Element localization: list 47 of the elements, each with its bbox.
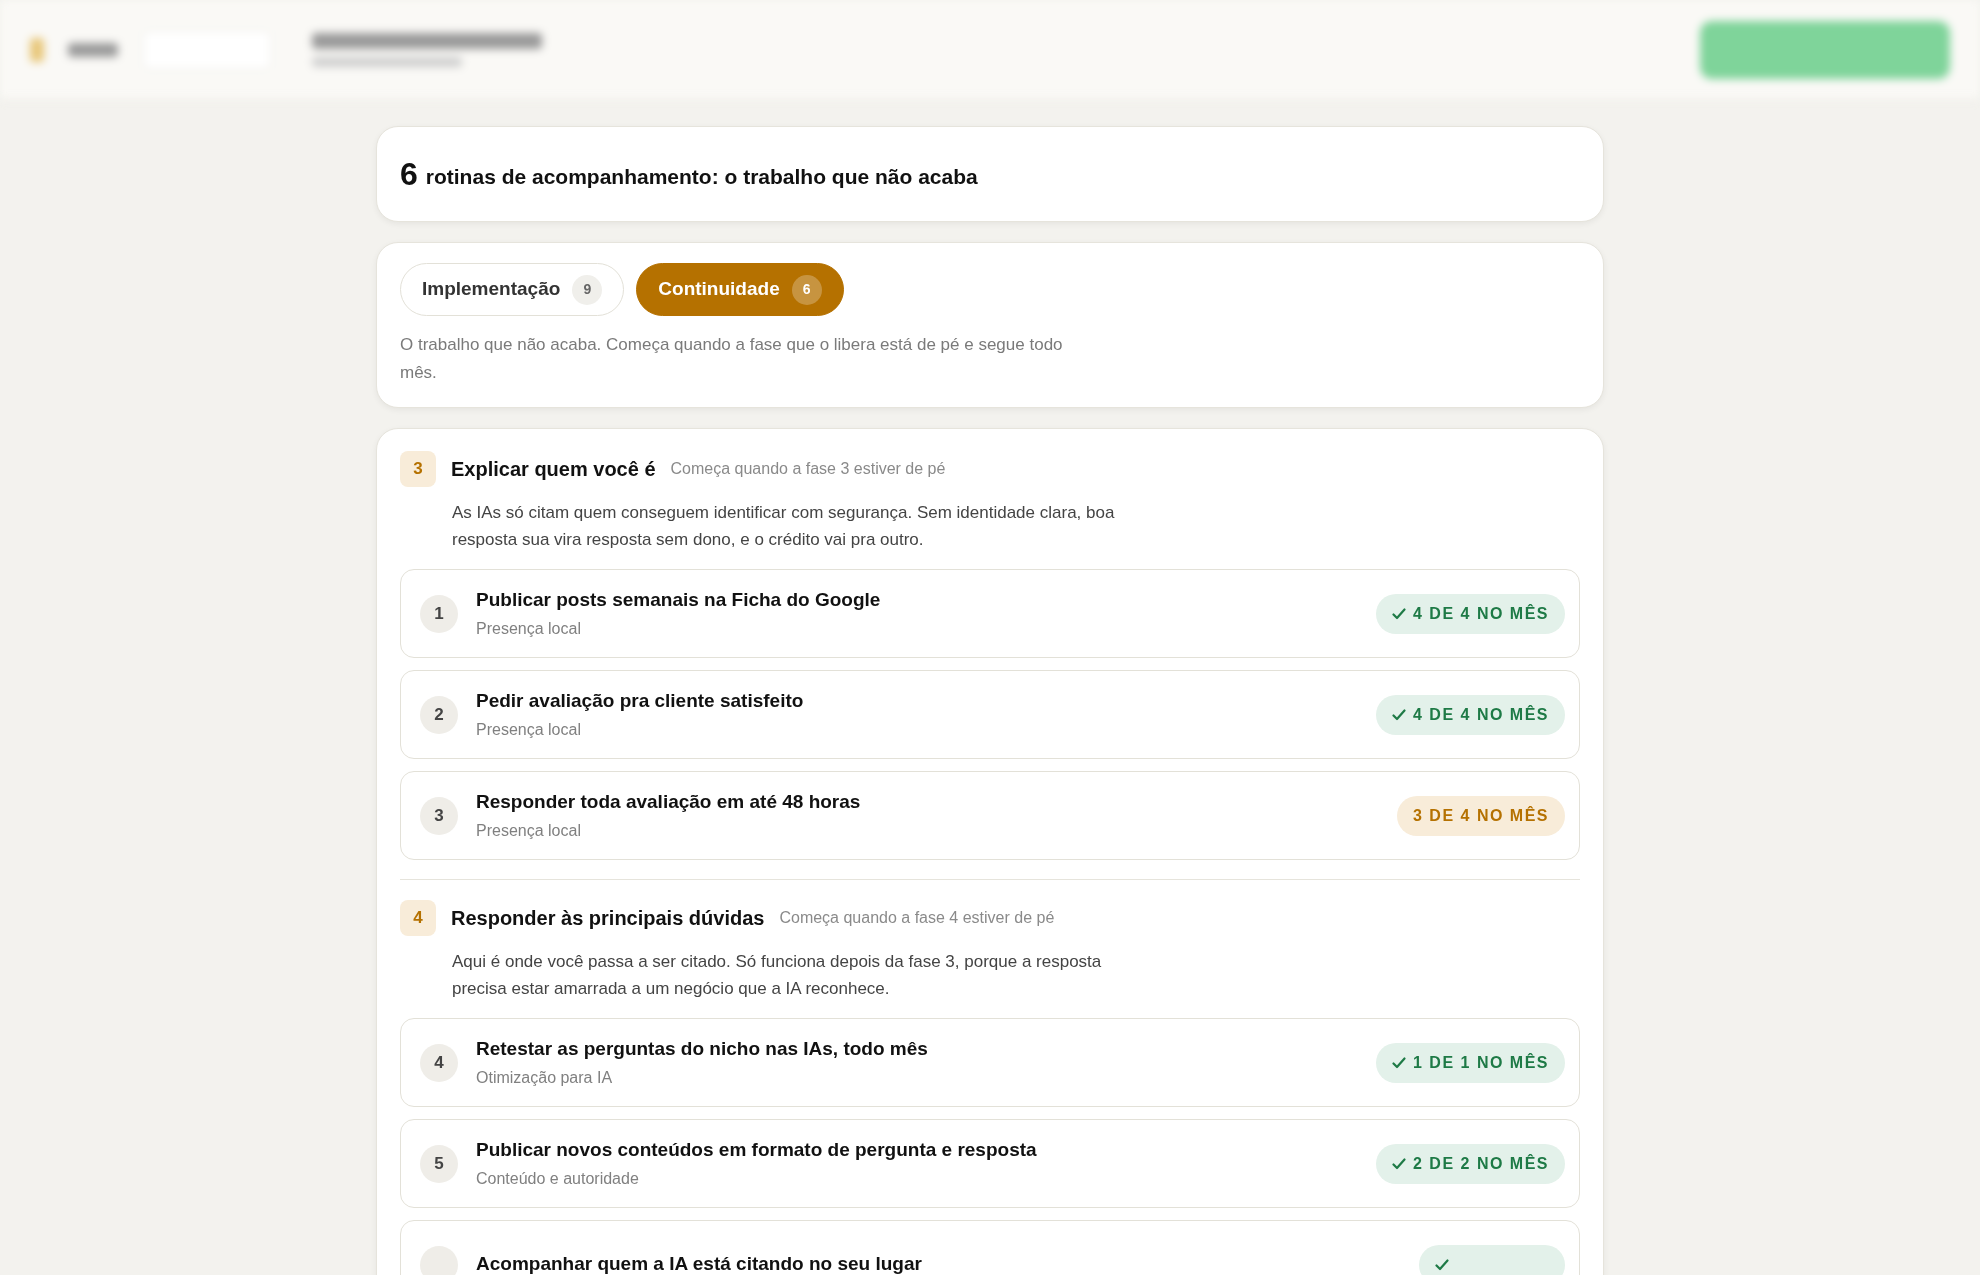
routine-category: Presença local bbox=[476, 720, 582, 741]
routine-category: Presença local bbox=[476, 619, 582, 640]
progress-badge: 1 DE 1 NO MÊS bbox=[1376, 1042, 1565, 1083]
summary-title: rotinas de acompanhamento: o trabalho que não acaba bbox=[425, 164, 978, 191]
routine-title: Responder toda avaliação em até 48 horas bbox=[476, 789, 862, 814]
routine-category: Otimização para IA bbox=[476, 1068, 614, 1089]
phase-number: 3 bbox=[400, 451, 436, 487]
progress-badge: 4 DE 4 NO MÊS bbox=[1376, 694, 1565, 735]
phase-condition: Começa quando a fase 3 estiver de pé bbox=[670, 459, 946, 479]
progress-badge: 3 DE 4 NO MÊS bbox=[1397, 795, 1565, 836]
phase-title: Responder às principais dúvidas bbox=[451, 906, 765, 931]
routine-number: 4 bbox=[420, 1043, 458, 1082]
routine-number: 3 bbox=[420, 796, 458, 835]
phase-description: As IAs só citam quem conseguem identificar com segurança. Sem identidade clara, boa resposta sua vira resposta sem dono, e o crédito vai pra outro. bbox=[452, 502, 1116, 551]
check-icon bbox=[1392, 708, 1406, 721]
phase-condition: Começa quando a fase 4 estiver de pé bbox=[779, 908, 1055, 928]
tab[interactable]: Implementação 9 bbox=[400, 263, 625, 316]
routine-row[interactable]: 4 Retestar as perguntas do nicho nas IAs, todo mês Otimização para IA 1 DE 1 NO MÊS bbox=[400, 1018, 1580, 1107]
routine-row[interactable]: 5 Publicar novos conteúdos em formato de pergunta e resposta Conteúdo e autoridade 2 DE 2 NO MÊS bbox=[400, 1119, 1580, 1208]
routine-row[interactable]: 1 Publicar posts semanais na Ficha do Google Presença local 4 DE 4 NO MÊS bbox=[400, 569, 1580, 658]
routine-count: 6 bbox=[400, 155, 418, 194]
routine-row[interactable]: 2 Pedir avaliação pra cliente satisfeito Presença local 4 DE 4 NO MÊS bbox=[400, 670, 1580, 759]
tab-description: O trabalho que não acaba. Começa quando a fase que o libera está de pé e segue todo mês. bbox=[400, 334, 1064, 384]
routine-title: Publicar posts semanais na Ficha do Google bbox=[476, 587, 882, 612]
routine-row[interactable]: Acompanhar quem a IA está citando no seu lugar bbox=[400, 1220, 1580, 1275]
check-icon bbox=[1435, 1258, 1449, 1271]
routine-category: Conteúdo e autoridade bbox=[476, 1169, 640, 1190]
routine-category: Presença local bbox=[476, 821, 582, 842]
tab-count: 9 bbox=[572, 274, 603, 305]
routine-row[interactable]: 3 Responder toda avaliação em até 48 horas Presença local 3 DE 4 NO MÊS bbox=[400, 771, 1580, 860]
check-icon bbox=[1392, 1157, 1406, 1170]
tab[interactable]: Continuidade 6 bbox=[636, 263, 844, 316]
phase-description: Aqui é onde você passa a ser citado. Só funciona depois da fase 3, porque a resposta precisa estar amarrada a um negócio que a IA reconhece. bbox=[452, 951, 1103, 1000]
routine-title: Pedir avaliação pra cliente satisfeito bbox=[476, 688, 805, 713]
phase-number: 4 bbox=[400, 900, 436, 936]
routine-number: 1 bbox=[420, 594, 458, 633]
check-icon bbox=[1392, 1056, 1406, 1069]
routine-title: Retestar as perguntas do nicho nas IAs, todo mês bbox=[476, 1036, 929, 1061]
routine-number: 2 bbox=[420, 695, 458, 734]
routine-number: 5 bbox=[420, 1144, 458, 1183]
tab-count: 6 bbox=[791, 274, 822, 305]
progress-badge: 2 DE 2 NO MÊS bbox=[1376, 1143, 1565, 1184]
routine-title: Acompanhar quem a IA está citando no seu lugar bbox=[476, 1252, 923, 1275]
phase-title: Explicar quem você é bbox=[451, 457, 656, 482]
progress-badge: 4 DE 4 NO MÊS bbox=[1376, 593, 1565, 634]
routine-title: Publicar novos conteúdos em formato de pergunta e resposta bbox=[476, 1137, 1038, 1162]
check-icon bbox=[1392, 607, 1406, 620]
